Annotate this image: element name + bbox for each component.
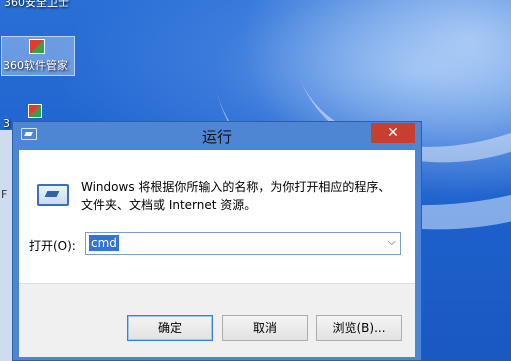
title-bar[interactable]: 运行 ✕: [13, 122, 421, 150]
close-button[interactable]: ✕: [371, 123, 415, 143]
dialog-title: 运行: [201, 128, 232, 146]
desktop-icon-app[interactable]: [28, 104, 42, 118]
sliver-char: F: [1, 188, 8, 201]
browse-button[interactable]: 浏览(B)...: [316, 315, 402, 341]
app-360-icon: [29, 39, 45, 54]
desktop-icon-partial-label: 3: [3, 117, 10, 130]
close-icon: ✕: [387, 125, 399, 141]
desktop-icon-label: 360软件管家: [3, 59, 68, 72]
description-text: Windows 将根据你所输入的名称，为你打开相应的程序、文件夹、文档或 Int…: [81, 180, 391, 212]
button-bar: 确定 取消 浏览(B)...: [19, 283, 415, 357]
background-window-sliver: F: [0, 130, 12, 361]
desktop-icon-360-safe-label[interactable]: 360安全卫士: [4, 0, 69, 10]
ok-button[interactable]: 确定: [127, 315, 213, 341]
chevron-down-icon[interactable]: ⌵: [388, 235, 396, 249]
run-dialog: 运行 ✕ Windows 将根据你所输入的名称，为你打开相应的程序、文件夹、文档…: [12, 121, 422, 361]
open-label: 打开(O):: [29, 239, 76, 253]
desktop-icon-360-software-manager[interactable]: 360软件管家: [1, 36, 75, 76]
dialog-body: Windows 将根据你所输入的名称，为你打开相应的程序、文件夹、文档或 Int…: [19, 150, 415, 357]
cancel-button[interactable]: 取消: [222, 315, 308, 341]
command-combobox[interactable]: cmd ⌵: [85, 232, 401, 255]
run-icon: [37, 184, 69, 206]
command-input-value[interactable]: cmd: [89, 235, 119, 251]
